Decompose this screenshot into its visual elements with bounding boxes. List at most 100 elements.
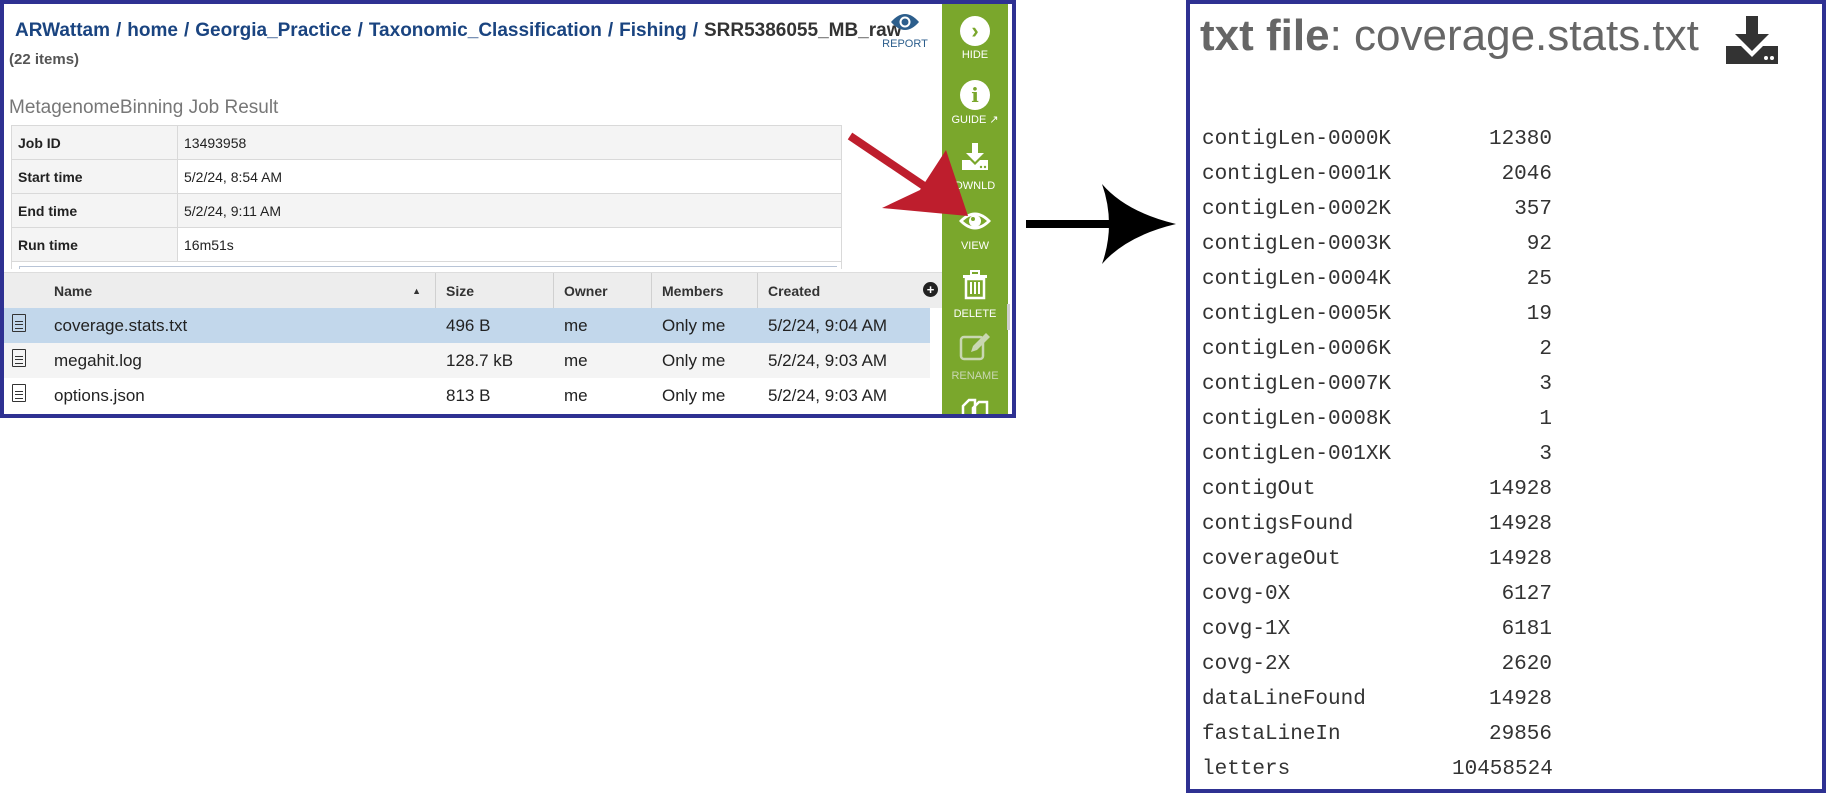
- stat-value: 2046: [1501, 163, 1552, 186]
- stat-key: covg-0X: [1202, 583, 1291, 606]
- hide-button[interactable]: › HIDE: [942, 16, 1008, 61]
- breadcrumb-separator: /: [692, 20, 698, 41]
- breadcrumb-item[interactable]: Fishing: [619, 20, 687, 41]
- job-result-title: MetagenomeBinning Job Result: [9, 97, 279, 118]
- file-name: megahit.log: [54, 350, 142, 370]
- arrow-right-icon: [1026, 184, 1176, 264]
- guide-button[interactable]: i GUIDE ↗: [942, 80, 1008, 126]
- job-info-value: 13493958: [177, 125, 842, 160]
- external-link-icon: ↗: [989, 114, 999, 126]
- job-info-key: End time: [11, 193, 178, 228]
- stat-row: contigLen-0002K 357: [1202, 198, 1552, 233]
- stat-key: covg-1X: [1202, 618, 1291, 641]
- stat-key: contigLen-0006K: [1202, 338, 1392, 361]
- stat-row: contigLen-0007K 3: [1202, 373, 1552, 408]
- stat-value: 14928: [1488, 548, 1552, 571]
- breadcrumb-item[interactable]: home: [127, 20, 178, 41]
- stat-key: contigLen-0007K: [1202, 373, 1392, 396]
- stat-row: contigLen-0003K 92: [1202, 233, 1552, 268]
- file-created: 5/2/24, 9:04 AM: [768, 315, 888, 335]
- stat-value: 2: [1539, 338, 1552, 361]
- stat-key: dataLineFound: [1202, 688, 1366, 711]
- job-info-key: Job ID: [11, 125, 178, 160]
- sort-ascending-icon: ▲: [412, 286, 421, 296]
- file-owner: me: [564, 315, 588, 335]
- header-created[interactable]: Created: [758, 273, 918, 308]
- job-info-value: 5/2/24, 8:54 AM: [177, 159, 842, 194]
- breadcrumb-item[interactable]: Georgia_Practice: [195, 20, 351, 41]
- delete-button[interactable]: DELETE: [942, 270, 1008, 320]
- file-name: options.json: [54, 385, 145, 405]
- header-owner[interactable]: Owner: [554, 273, 652, 308]
- file-created: 5/2/24, 9:03 AM: [768, 350, 888, 370]
- breadcrumb-item[interactable]: Taxonomic_Classification: [369, 20, 602, 41]
- breadcrumb-item[interactable]: ARWattam: [15, 20, 110, 41]
- file-title: txt file: coverage.stats.txt: [1200, 11, 1699, 61]
- stat-row: contigsFound 14928: [1202, 513, 1552, 548]
- file-row[interactable]: megahit.log 128.7 kB me Only me 5/2/24, …: [4, 343, 930, 378]
- report-button[interactable]: REPORT: [877, 12, 933, 50]
- stat-key: contigLen-0004K: [1202, 268, 1392, 291]
- add-column-icon[interactable]: +: [923, 282, 938, 297]
- stat-key: contigLen-0003K: [1202, 233, 1392, 256]
- stat-value: 3: [1539, 373, 1552, 396]
- stat-row: fastaLineIn 29856: [1202, 723, 1552, 758]
- breadcrumb-separator: /: [116, 20, 122, 41]
- stat-value: 14928: [1488, 513, 1552, 536]
- file-viewer-panel: txt file: coverage.stats.txt contigLen-0…: [1186, 0, 1826, 793]
- stats-content: contigLen-0000K 12380 contigLen-0001K 2046 c…: [1202, 128, 1553, 793]
- download-icon[interactable]: [1724, 14, 1780, 66]
- stat-row: covg-2X 2620: [1202, 653, 1552, 688]
- stat-key: contigLen-0002K: [1202, 198, 1392, 221]
- stat-row: contigLen-0008K 1: [1202, 408, 1552, 443]
- stat-key: contigsFound: [1202, 513, 1354, 536]
- stat-key: coverageOut: [1202, 548, 1341, 571]
- rename-button[interactable]: RENAME: [942, 332, 1008, 382]
- copy-icon: [961, 398, 989, 414]
- breadcrumb-separator: /: [607, 20, 614, 41]
- stat-value: 92: [1526, 233, 1552, 256]
- grid-header: Name ▲ Size Owner Members Created +: [4, 272, 942, 308]
- job-info-key: Start time: [11, 159, 178, 194]
- stat-key: contigLen-0000K: [1202, 128, 1392, 151]
- stat-row: contigLen-0006K 2: [1202, 338, 1552, 373]
- stat-value: 1: [1539, 408, 1552, 431]
- header-name[interactable]: Name ▲: [42, 273, 436, 308]
- hide-label: HIDE: [961, 49, 989, 61]
- stat-value: 29856: [1488, 723, 1552, 746]
- stat-row: contigOut 14928: [1202, 478, 1552, 513]
- file-row[interactable]: options.json 813 B me Only me 5/2/24, 9:…: [4, 378, 930, 413]
- job-info-row: End time 5/2/24, 9:11 AM: [11, 193, 842, 228]
- stat-key: fastaLineIn: [1202, 723, 1341, 746]
- trash-icon: [963, 270, 987, 300]
- header-size[interactable]: Size: [436, 273, 554, 308]
- stat-row: dataLineFound 14928: [1202, 688, 1552, 723]
- stat-value: 19: [1526, 303, 1552, 326]
- file-row[interactable]: coverage.stats.txt 496 B me Only me 5/2/…: [4, 308, 930, 343]
- job-info-value: 5/2/24, 9:11 AM: [177, 193, 842, 228]
- delete-label: DELETE: [953, 308, 997, 320]
- stat-row: coverageOut 14928: [1202, 548, 1552, 583]
- stat-value: 12380: [1488, 128, 1552, 151]
- stat-key: contigLen-0005K: [1202, 303, 1392, 326]
- file-size: 496 B: [446, 315, 491, 335]
- sidebar-scrollbar[interactable]: [1007, 304, 1010, 330]
- stat-row: letters 10458524: [1202, 758, 1553, 793]
- job-info-overflow: [11, 261, 842, 269]
- rename-label: RENAME: [951, 370, 999, 382]
- stat-row: contigLen-0001K 2046: [1202, 163, 1552, 198]
- breadcrumb: ARWattam / home / Georgia_Practice / Taxonomic…: [15, 20, 902, 42]
- file-owner: me: [564, 385, 588, 405]
- job-info-row: Run time 16m51s: [11, 227, 842, 262]
- stat-value: 14928: [1488, 478, 1552, 501]
- report-label: REPORT: [882, 38, 928, 50]
- job-info-row: Job ID 13493958: [11, 125, 842, 160]
- copy-button[interactable]: [942, 396, 1008, 414]
- chevron-right-circle-icon: ›: [960, 16, 990, 46]
- header-members[interactable]: Members: [652, 273, 758, 308]
- file-icon: [12, 349, 26, 367]
- job-info-table: Job ID 13493958 Start time 5/2/24, 8:54 AM…: [11, 125, 842, 262]
- stat-value: 6127: [1501, 583, 1552, 606]
- stat-key: letters: [1202, 758, 1291, 781]
- stat-key: contigLen-0001K: [1202, 163, 1392, 186]
